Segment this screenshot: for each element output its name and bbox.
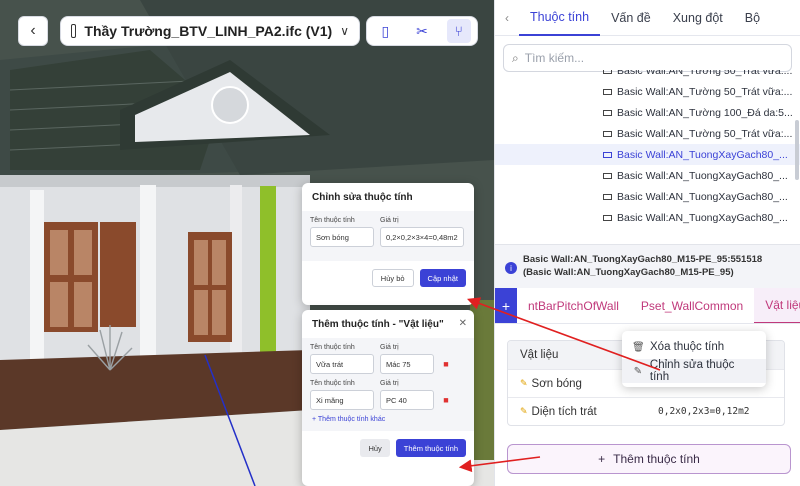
pset-tab[interactable]: ntBarPitchOfWall bbox=[517, 288, 630, 323]
context-menu: 🗑 Xóa thuộc tính ✎ Chỉnh sửa thuộc tính bbox=[622, 331, 766, 387]
tree-item[interactable]: Basic Wall:AN_Tường 50_Trát vữa:... bbox=[495, 81, 800, 102]
tree-icon[interactable]: ⑂ bbox=[446, 19, 471, 43]
element-icon bbox=[603, 70, 612, 74]
value-label: Giá trị bbox=[380, 380, 399, 387]
selected-element-info: i Basic Wall:AN_TuongXayGach80_M15-PE_95… bbox=[495, 244, 800, 288]
property-name-input[interactable]: Vữa trát bbox=[310, 354, 374, 374]
element-icon bbox=[603, 172, 612, 179]
scissors-icon[interactable]: ✂ bbox=[410, 19, 434, 43]
element-icon bbox=[603, 151, 612, 158]
tab-properties[interactable]: Thuộc tính bbox=[519, 0, 601, 36]
property-name-input[interactable]: Sơn bóng bbox=[310, 227, 374, 247]
search-icon: ⌕ bbox=[512, 50, 519, 65]
tree-item[interactable]: Basic Wall:AN_TuongXayGach80_... bbox=[495, 165, 800, 186]
property-name-input[interactable]: Xi măng bbox=[310, 390, 374, 410]
name-label: Tên thuộc tính bbox=[310, 217, 355, 224]
properties-panel: ‹ Thuộc tính Vấn đề Xung đột Bộ ⌕ Tìm ki… bbox=[494, 0, 800, 486]
update-button[interactable]: Cập nhật bbox=[419, 269, 466, 287]
name-label: Tên thuộc tính bbox=[310, 380, 355, 387]
add-another-property-link[interactable]: + Thêm thuộc tính khác bbox=[310, 416, 466, 423]
add-pset-button[interactable]: + bbox=[495, 288, 517, 323]
back-button[interactable]: ‹ bbox=[18, 16, 48, 46]
search-placeholder: Tìm kiếm... bbox=[524, 51, 585, 65]
cancel-button[interactable]: Hủy bỏ bbox=[371, 269, 414, 287]
tree-item[interactable]: Basic Wall:AN_TuongXayGach80_... bbox=[495, 207, 800, 228]
element-icon bbox=[603, 109, 612, 116]
chevron-left-icon[interactable]: ‹ bbox=[495, 11, 519, 25]
tab-clashes[interactable]: Xung đột bbox=[662, 0, 734, 36]
search-input[interactable]: ⌕ Tìm kiếm... bbox=[503, 44, 792, 72]
panel-tabs: ‹ Thuộc tính Vấn đề Xung đột Bộ bbox=[495, 0, 800, 36]
property-value-input[interactable]: 0,2×0,2×3×4=0,48m2 bbox=[380, 227, 464, 247]
add-property-submit-button[interactable]: Thêm thuộc tính bbox=[395, 439, 466, 457]
file-name: Thầy Trường_BTV_LINH_PA2.ifc (V1) bbox=[84, 23, 333, 39]
dialog-title: Chỉnh sửa thuộc tính bbox=[312, 192, 413, 203]
pencil-icon: ✎ bbox=[633, 365, 643, 377]
element-icon bbox=[603, 88, 612, 95]
tree-scrollbar[interactable] bbox=[795, 120, 799, 180]
element-tree: Basic Wall:AN_Tường 50_Trát vữa:... Basi… bbox=[495, 70, 800, 242]
name-label: Tên thuộc tính bbox=[310, 344, 355, 351]
pencil-icon[interactable]: ✎ bbox=[520, 378, 528, 389]
tree-item[interactable]: Basic Wall:AN_TuongXayGach80_... bbox=[495, 186, 800, 207]
tab-sets[interactable]: Bộ bbox=[734, 0, 771, 36]
panel-icon[interactable]: ▯ bbox=[373, 19, 397, 43]
plus-icon: + bbox=[598, 452, 606, 466]
tree-item[interactable]: Basic Wall:AN_Tường 100_Đá da:5... bbox=[495, 102, 800, 123]
value-label: Giá trị bbox=[380, 344, 399, 351]
pset-tab-active[interactable]: Vật liệu bbox=[754, 288, 800, 323]
chevron-down-icon: ∨ bbox=[340, 24, 349, 38]
document-icon bbox=[71, 24, 77, 38]
file-selector[interactable]: Thầy Trường_BTV_LINH_PA2.ifc (V1) ∨ bbox=[60, 16, 360, 46]
pencil-icon[interactable]: ✎ bbox=[520, 406, 528, 417]
delete-property-menu-item[interactable]: 🗑 Xóa thuộc tính bbox=[622, 335, 766, 359]
tree-item[interactable]: Basic Wall:AN_Tường 50_Trát vữa:... bbox=[495, 123, 800, 144]
add-property-dialog: Thêm thuộc tính - "Vật liệu" ✕ Tên thuộc… bbox=[302, 310, 474, 486]
tab-issues[interactable]: Vấn đề bbox=[600, 0, 662, 36]
edit-property-menu-item[interactable]: ✎ Chỉnh sửa thuộc tính bbox=[622, 359, 766, 383]
property-value-input[interactable]: Mác 75 bbox=[380, 354, 434, 374]
viewer-tools: ▯ ✂ ⑂ bbox=[366, 16, 478, 46]
element-icon bbox=[603, 130, 612, 137]
element-icon bbox=[603, 193, 612, 200]
cancel-button[interactable]: Hủy bbox=[360, 439, 390, 457]
table-row[interactable]: ✎ Diện tích trát 0,2x0,2x3=0,12m2 bbox=[508, 397, 784, 425]
element-icon bbox=[603, 214, 612, 221]
3d-viewport[interactable]: ‹ Thầy Trường_BTV_LINH_PA2.ifc (V1) ∨ ▯ … bbox=[0, 0, 494, 486]
dialog-title: Thêm thuộc tính - "Vật liệu" bbox=[312, 319, 444, 330]
tree-item[interactable]: Basic Wall:AN_Tường 50_Trát vữa:... bbox=[495, 70, 800, 81]
pset-tab[interactable]: Pset_WallCommon bbox=[630, 288, 754, 323]
property-value-input[interactable]: PC 40 bbox=[380, 390, 434, 410]
value-label: Giá trị bbox=[380, 217, 399, 224]
edit-property-dialog: Chỉnh sửa thuộc tính Tên thuộc tính Giá … bbox=[302, 183, 474, 305]
trash-icon: 🗑 bbox=[632, 341, 645, 353]
property-set-tabs: + ntBarPitchOfWall Pset_WallCommon Vật l… bbox=[495, 288, 800, 324]
info-icon: i bbox=[505, 262, 517, 274]
add-property-button[interactable]: + Thêm thuộc tính bbox=[507, 444, 791, 474]
close-icon[interactable]: ✕ bbox=[459, 318, 467, 329]
trash-icon[interactable]: ■ bbox=[440, 359, 452, 369]
chevron-left-icon: ‹ bbox=[30, 22, 36, 39]
trash-icon[interactable]: ■ bbox=[440, 395, 452, 405]
tree-item-selected[interactable]: Basic Wall:AN_TuongXayGach80_... bbox=[495, 144, 800, 165]
